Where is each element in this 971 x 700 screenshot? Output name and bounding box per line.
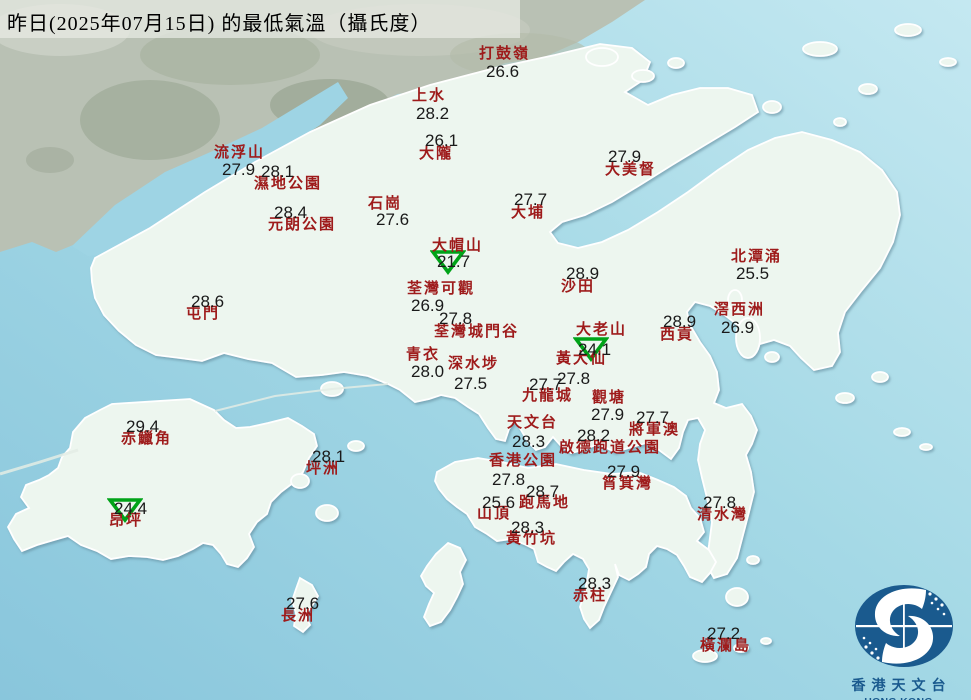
station-value: 27.7 [529, 375, 563, 394]
station-value: 27.5 [454, 374, 488, 393]
station-name: 大老山 [576, 320, 628, 338]
station-name: 大帽山 [432, 236, 484, 254]
station-value: 29.4 [126, 417, 160, 436]
station-value: 28.9 [663, 312, 697, 331]
station-value: 25.5 [736, 264, 770, 283]
hko-logo-chinese-name: 香港天文台 [851, 678, 952, 694]
hko-logo-english-name: HONG KONG OBSERVATORY [826, 696, 971, 700]
station-value: 26.1 [425, 131, 459, 150]
station-name: 香港公園 [489, 451, 558, 469]
station-value: 27.9 [591, 405, 625, 424]
station-value: 27.7 [514, 190, 548, 209]
station-value: 27.6 [286, 594, 320, 613]
station-value: 28.3 [512, 432, 546, 451]
station-value: 27.9 [222, 160, 256, 179]
hko-min-temperature-map: 昨日(2025年07月15日) 的最低氣溫（攝氏度） 26.6 打鼓嶺 28.2 上水… [0, 0, 971, 700]
station-name: 打鼓嶺 [479, 44, 531, 62]
station-value: 28.4 [274, 203, 308, 222]
station-value: 27.7 [636, 408, 670, 427]
station-value: 27.9 [608, 147, 642, 166]
hko-logo-emblem [855, 585, 953, 667]
station-name: 青衣 [406, 345, 441, 363]
station-value: 27.9 [607, 462, 641, 481]
station-name: 石崗 [368, 194, 403, 212]
station-value: 24.4 [114, 499, 148, 518]
station-value: 28.9 [566, 264, 600, 283]
station-name: 深水埗 [448, 354, 500, 372]
station-value: 28.1 [312, 447, 346, 466]
map-title: 昨日(2025年07月15日) 的最低氣溫（攝氏度） [7, 13, 432, 35]
hko-logo: 香港天文台 HONG KONG OBSERVATORY [826, 580, 971, 700]
station-value: 27.8 [703, 493, 737, 512]
station-value: 28.3 [578, 574, 612, 593]
station-value: 28.2 [577, 426, 611, 445]
station-value: 28.2 [416, 104, 450, 123]
station-name: 流浮山 [214, 143, 266, 161]
station-name: 上水 [412, 86, 447, 104]
station-name: 滘西洲 [714, 300, 766, 318]
station-value: 26.6 [486, 62, 520, 81]
station-value: 21.7 [437, 252, 471, 271]
station-value: 27.8 [492, 470, 526, 489]
station-value: 25.6 [482, 493, 516, 512]
station-value: 27.2 [707, 624, 741, 643]
station-name: 荃灣可觀 [407, 279, 476, 297]
station-value: 24.1 [578, 340, 612, 359]
station-value: 27.8 [439, 309, 473, 328]
station-value: 28.1 [261, 162, 295, 181]
station-value: 28.6 [191, 292, 225, 311]
station-name: 天文台 [507, 413, 559, 431]
station-value: 28.0 [411, 362, 445, 381]
station-value: 28.3 [511, 518, 545, 537]
station-name: 北潭涌 [731, 247, 783, 265]
station-value: 27.6 [376, 210, 410, 229]
station-value: 28.7 [526, 482, 560, 501]
station-name: 觀塘 [592, 388, 627, 406]
station-value: 26.9 [721, 318, 755, 337]
